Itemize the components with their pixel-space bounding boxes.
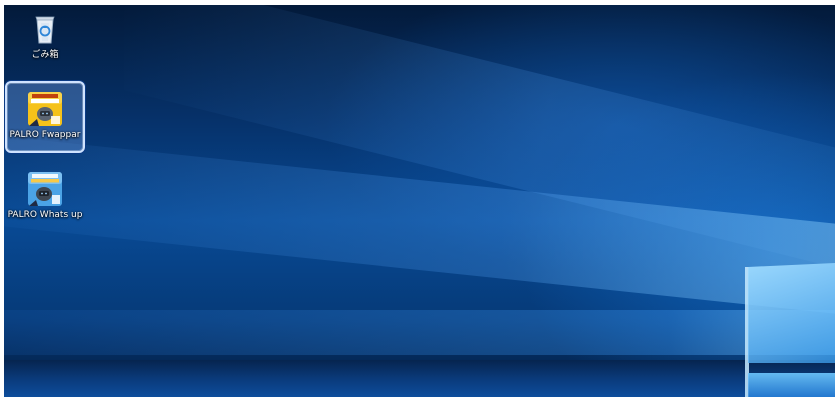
desktop-wallpaper[interactable]: ごみ箱 PALRO Fwappar PALRO Whats up	[4, 5, 835, 397]
wallpaper-light-beam	[4, 310, 835, 355]
wallpaper-window-pane	[748, 373, 835, 397]
palro-whats-up-app-icon	[27, 171, 63, 207]
desktop-icon-label: PALRO Whats up	[7, 210, 83, 220]
palro-fwappar-app-icon	[27, 91, 63, 127]
desktop-icon-label: ごみ箱	[31, 50, 59, 60]
wallpaper-light-beam	[4, 136, 835, 314]
wallpaper-light-beam	[124, 5, 835, 280]
desktop-icon-palro-fwappar[interactable]: PALRO Fwappar	[5, 81, 85, 153]
wallpaper-window-pane	[748, 263, 835, 363]
recycle-bin-icon	[27, 11, 63, 47]
desktop-icon-label: PALRO Fwappar	[9, 130, 81, 140]
wallpaper-floor	[4, 360, 835, 397]
desktop-icon-recycle-bin[interactable]: ごみ箱	[4, 11, 86, 61]
desktop-icon-palro-whats-up[interactable]: PALRO Whats up	[4, 171, 90, 221]
